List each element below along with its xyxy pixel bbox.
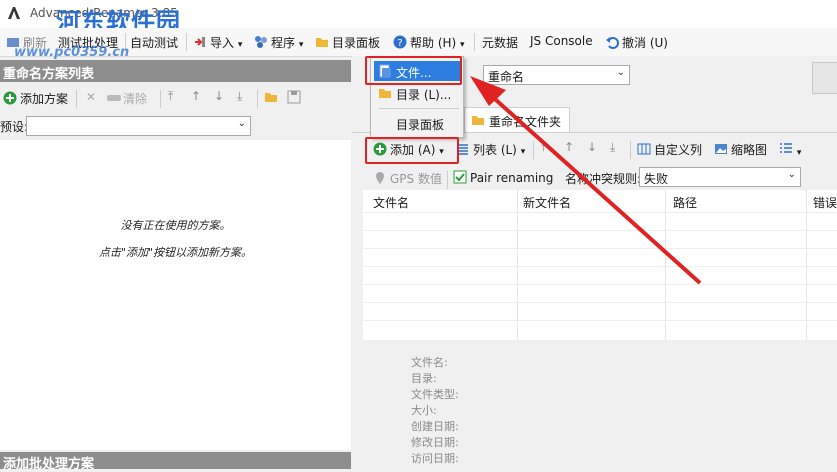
annotation-arrow xyxy=(470,76,702,285)
